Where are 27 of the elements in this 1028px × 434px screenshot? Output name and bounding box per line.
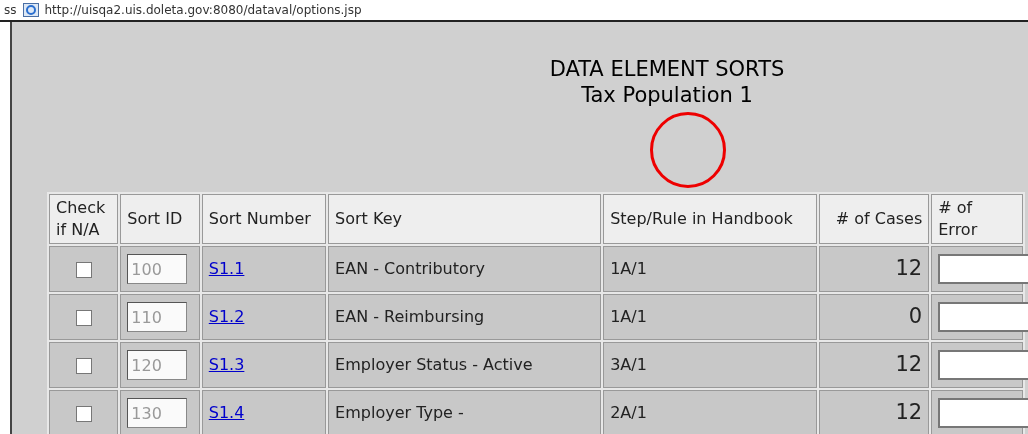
column-header: Sort ID [120, 194, 200, 244]
table-cell: Employer Status - Active [328, 342, 602, 388]
column-header: Step/Rule in Handbook [603, 194, 818, 244]
sort-number-link[interactable]: S1.1 [208, 259, 245, 278]
table-cell: 2A/1 [603, 390, 818, 434]
table-cell: 12 [819, 390, 930, 434]
page-subtitle: Tax Population 1 [580, 82, 754, 108]
column-header: Sort Number [201, 194, 327, 244]
address-label: ss [4, 2, 17, 19]
sort-number-link[interactable]: S1.2 [208, 307, 245, 326]
column-header: # of Cases [819, 194, 930, 244]
page-title: DATA ELEMENT SORTS [548, 56, 786, 82]
column-header: Sort Key [328, 194, 602, 244]
column-header: Check if N/A [49, 194, 119, 244]
table-cell: 12 [819, 246, 930, 292]
table-cell: 1A/1 [603, 246, 818, 292]
column-header: # of Error [931, 194, 1023, 244]
table-cell: EAN - Reimbursing [328, 294, 602, 340]
address-url[interactable]: http://uisqa2.uis.doleta.gov:8080/dataval/options.jsp [44, 1, 362, 19]
table-cell: 1A/1 [603, 294, 818, 340]
table-cell: EAN - Contributory [328, 246, 602, 292]
table-cell: 3A/1 [603, 342, 818, 388]
table-cell: 0 [819, 294, 930, 340]
sort-number-link[interactable]: S1.3 [208, 355, 245, 374]
table-cell: Employer Type - [328, 390, 602, 434]
table-cell: 12 [819, 342, 930, 388]
sort-number-link[interactable]: S1.4 [208, 403, 245, 422]
